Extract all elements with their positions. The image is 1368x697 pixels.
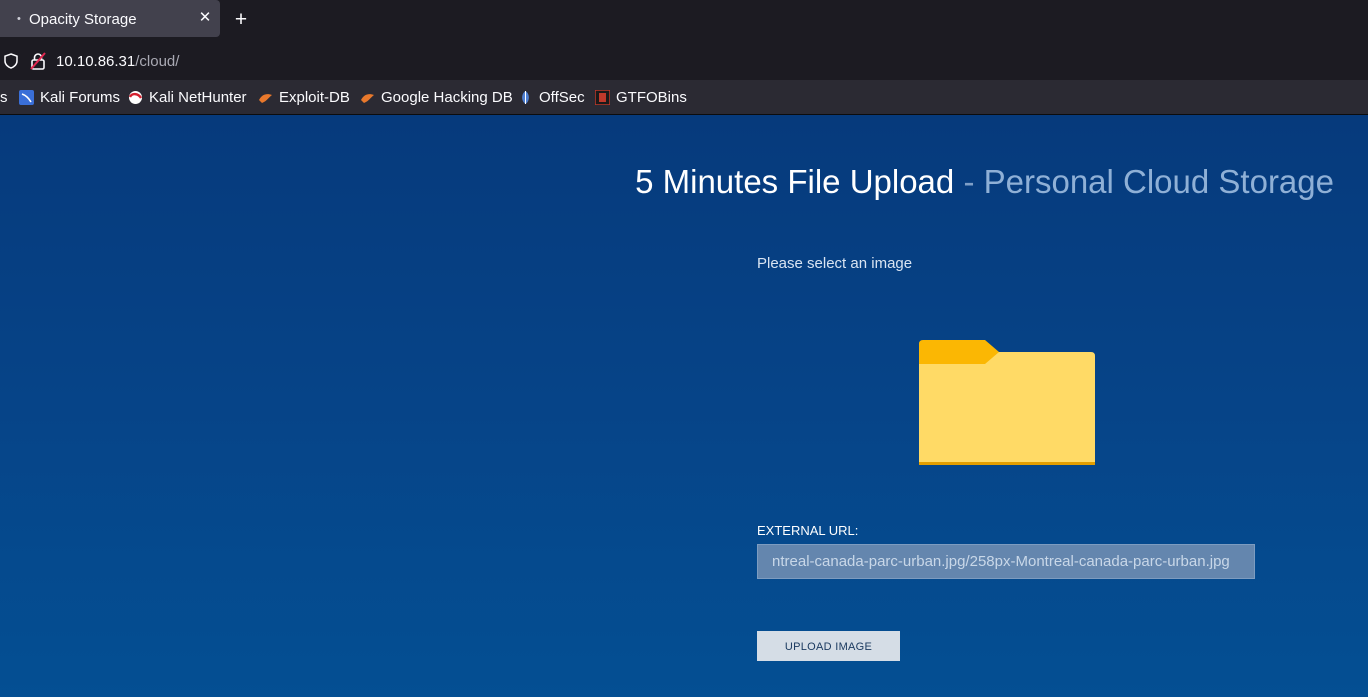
kali-forums-icon (19, 90, 34, 105)
select-image-prompt: Please select an image (757, 255, 913, 272)
navigation-bar: 10.10.86.31/cloud/ (0, 42, 1368, 80)
url-bar[interactable]: 10.10.86.31/cloud/ (0, 42, 1368, 80)
gtfobins-icon (595, 90, 610, 105)
external-url-input[interactable] (757, 544, 1255, 579)
upload-image-button[interactable]: UPLOAD IMAGE (757, 631, 900, 661)
close-icon[interactable]: ✕ (197, 9, 213, 27)
bookmark-label: Kali Forums (40, 89, 121, 106)
tab-title: Opacity Storage (29, 11, 137, 28)
offsec-icon (522, 91, 529, 104)
url-host: 10.10.86.31 (56, 53, 136, 70)
tab-strip: • Opacity Storage ✕ + (0, 0, 1368, 42)
bookmark-label: Kali NetHunter (149, 89, 247, 106)
bookmarks-bar: s Kali Forums Kali NetHunter Exploit-DB … (0, 80, 1368, 115)
bookmark-label: s (0, 89, 8, 106)
external-url-label: EXTERNAL URL: (757, 523, 859, 538)
bookmark-partial[interactable]: s (0, 89, 8, 106)
shield-icon[interactable] (3, 53, 19, 69)
page-title-main: 5 Minutes File Upload (635, 163, 955, 200)
bookmark-label: Exploit-DB (279, 89, 350, 106)
page-title-subtitle: Personal Cloud Storage (983, 163, 1334, 200)
page-content: 5 Minutes File Upload - Personal Cloud S… (0, 115, 1368, 697)
tab-opacity-storage[interactable]: • Opacity Storage ✕ (0, 0, 220, 37)
folder-icon[interactable] (919, 340, 1095, 466)
exploit-db-icon (259, 94, 272, 103)
kali-nethunter-icon (128, 91, 143, 104)
page-title: 5 Minutes File Upload - Personal Cloud S… (635, 163, 1334, 201)
url-text[interactable]: 10.10.86.31/cloud/ (56, 53, 179, 70)
bookmark-label: Google Hacking DB (381, 89, 513, 106)
bookmark-label: GTFOBins (616, 89, 687, 106)
bookmark-label: OffSec (539, 89, 585, 106)
page-title-separator: - (963, 163, 975, 200)
url-path: /cloud/ (135, 53, 180, 70)
new-tab-button[interactable]: + (231, 9, 251, 31)
google-hacking-db-icon (361, 94, 374, 103)
lock-insecure-icon[interactable] (30, 52, 46, 70)
tab-dot: • (17, 13, 21, 25)
